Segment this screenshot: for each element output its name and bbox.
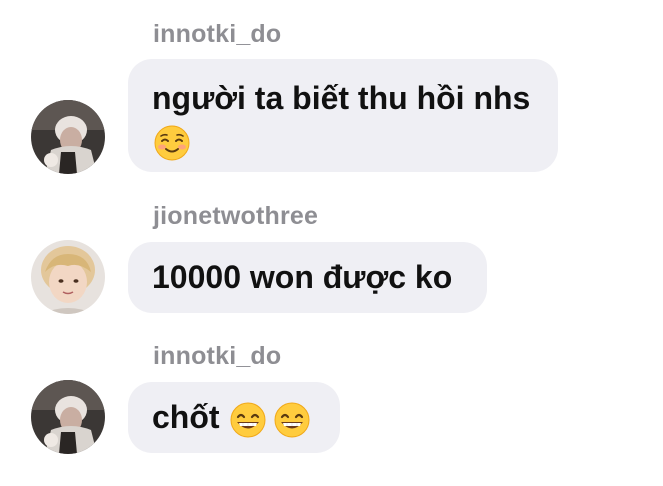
sender-name[interactable]: innotki_do: [153, 342, 281, 371]
message-group-3: innotki_do chốt: [0, 0, 663, 470]
message-bubble[interactable]: chốt: [128, 382, 340, 453]
message-text-content: chốt: [152, 399, 220, 435]
grinning-emoji-icon: [230, 402, 266, 438]
avatar[interactable]: [31, 380, 105, 454]
grinning-emoji-icon: [274, 402, 310, 438]
message-text: chốt: [152, 396, 316, 438]
